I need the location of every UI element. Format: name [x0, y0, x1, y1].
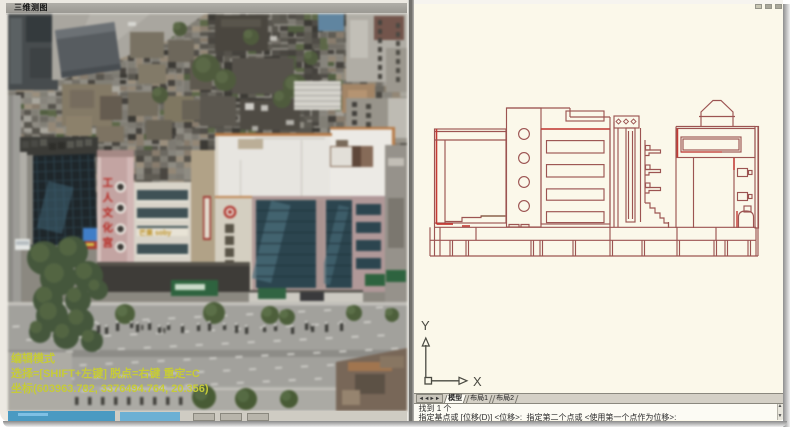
svg-text:坐标(603963.782, 3376494.764, 20: 坐标(603963.782, 3376494.764, 20.356): [11, 381, 209, 395]
svg-text:Y: Y: [421, 318, 430, 333]
svg-text:选择=[SHIFT+左键] 脱点=右键 重定=C: 选择=[SHIFT+左键] 脱点=右键 重定=C: [11, 366, 200, 380]
svg-text:编辑模式: 编辑模式: [11, 351, 55, 365]
svg-text:X: X: [473, 374, 482, 389]
